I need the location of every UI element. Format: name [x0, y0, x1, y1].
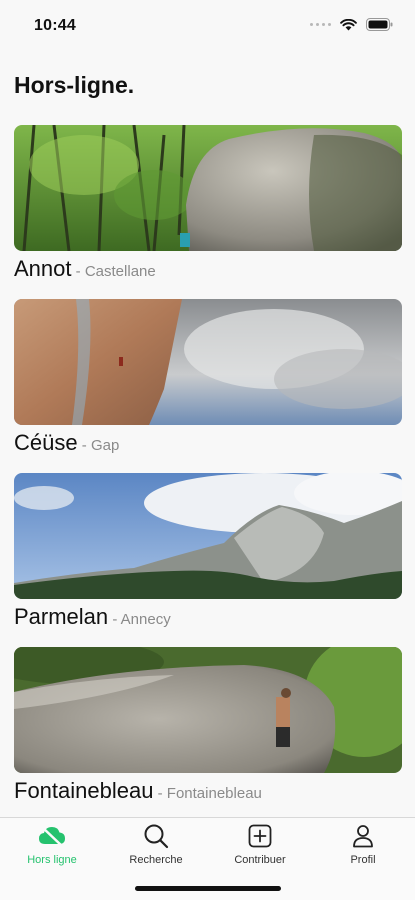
crag-separator: -	[153, 785, 167, 802]
crag-name: Annot	[14, 256, 72, 281]
crag-caption: Fontainebleau - Fontainebleau	[14, 779, 402, 806]
tab-label: Recherche	[129, 854, 183, 866]
crag-card-annot[interactable]: Annot - Castellane	[14, 125, 402, 284]
offline-cloud-icon	[39, 826, 65, 847]
crag-card-parmelan[interactable]: Parmelan - Annecy	[14, 473, 402, 632]
add-square-icon	[248, 824, 272, 848]
status-bar: 10:44	[0, 0, 415, 52]
page-title: Hors-ligne.	[14, 72, 135, 98]
tab-profile[interactable]: Profil	[323, 823, 403, 866]
tab-contribute[interactable]: Contribuer	[220, 823, 300, 866]
crag-caption: Céüse - Gap	[14, 431, 402, 458]
crag-region: Annecy	[120, 611, 171, 628]
crag-region: Gap	[90, 437, 120, 454]
crag-separator: -	[77, 437, 91, 454]
battery-icon	[366, 18, 393, 31]
search-icon	[144, 824, 169, 849]
tab-label: Contribuer	[234, 854, 286, 866]
crag-name: Céüse	[14, 430, 78, 455]
crag-region: Fontainebleau	[166, 785, 262, 802]
crag-caption: Annot - Castellane	[14, 257, 402, 284]
cellular-signal-icon	[310, 23, 331, 26]
tab-label: Hors ligne	[27, 854, 77, 866]
crag-name: Parmelan	[14, 604, 109, 629]
crag-photo[interactable]	[14, 299, 402, 425]
tab-offline[interactable]: Hors ligne	[12, 823, 92, 866]
crag-photo[interactable]	[14, 473, 402, 599]
status-indicators	[310, 18, 393, 31]
crag-separator: -	[108, 611, 121, 628]
crag-card-ceuse[interactable]: Céüse - Gap	[14, 299, 402, 458]
crag-photo[interactable]	[14, 125, 402, 251]
crag-name: Fontainebleau	[14, 778, 154, 803]
person-icon	[353, 825, 373, 848]
crag-photo[interactable]	[14, 647, 402, 773]
crag-caption: Parmelan - Annecy	[14, 605, 402, 632]
crag-card-fontainebleau[interactable]: Fontainebleau - Fontainebleau	[14, 647, 402, 806]
crag-separator: -	[71, 263, 85, 280]
crag-region: Castellane	[84, 263, 156, 280]
home-indicator[interactable]	[135, 886, 281, 891]
tab-search[interactable]: Recherche	[116, 823, 196, 866]
tab-label: Profil	[350, 854, 376, 866]
wifi-icon	[340, 18, 357, 30]
status-time: 10:44	[34, 17, 76, 34]
